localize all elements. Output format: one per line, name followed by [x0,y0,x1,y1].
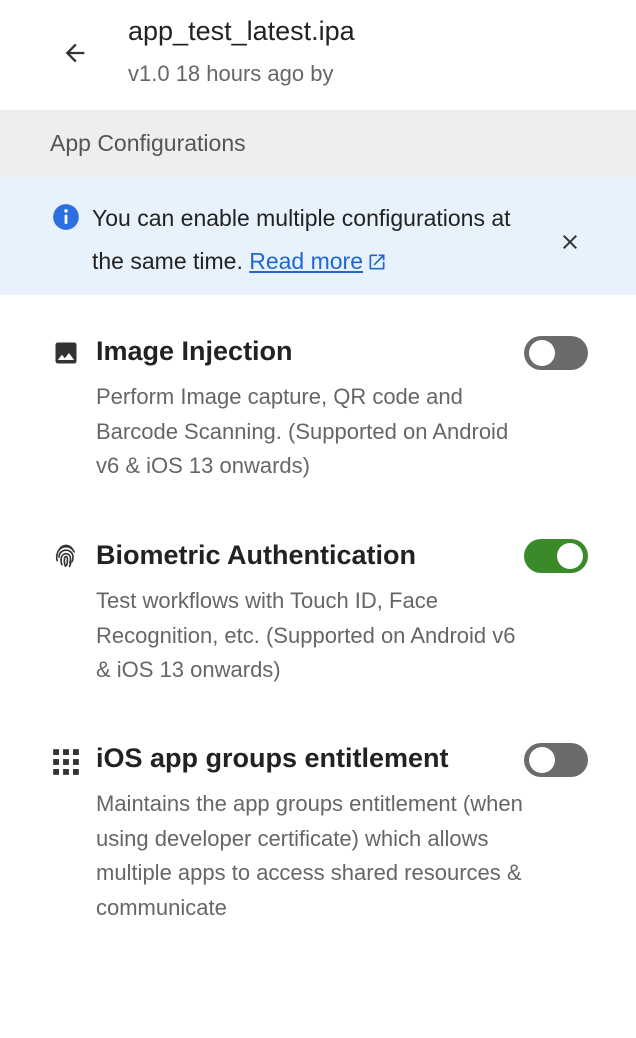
close-icon [563,235,577,249]
banner-message: You can enable multiple configurations a… [92,197,542,283]
config-description: Test workflows with Touch ID, Face Recog… [96,588,516,682]
toggle-knob [557,543,583,569]
image-icon [55,342,77,364]
header: app_test_latest.ipa v1.0 18 hours ago by [0,0,636,110]
config-description: Maintains the app groups entitlement (wh… [96,791,523,920]
toggle-knob [529,340,555,366]
info-icon [53,204,79,230]
ios-app-groups-toggle[interactable] [524,743,588,777]
fingerprint-icon [55,544,75,568]
config-title: iOS app groups entitlement [96,743,449,773]
app-title: app_test_latest.ipa [128,16,355,46]
back-button[interactable] [52,30,98,76]
banner-close-button[interactable] [554,226,586,258]
external-link-icon [369,254,385,270]
read-more-label: Read more [249,248,364,274]
section-title: App Configurations [50,130,246,156]
toggle-knob [529,747,555,773]
biometric-authentication-toggle[interactable] [524,539,588,573]
grid-icon [53,749,79,775]
app-subtitle: v1.0 18 hours ago by [128,61,342,86]
config-description: Perform Image capture, QR code and Barco… [96,384,509,478]
image-injection-toggle[interactable] [524,336,588,370]
read-more-link[interactable]: Read more [249,248,387,274]
config-title: Biometric Authentication [96,540,417,570]
arrow-left-icon [65,43,85,63]
config-title: Image Injection [96,336,293,366]
section-header: App Configurations [0,110,636,177]
info-banner: You can enable multiple configurations a… [0,177,636,295]
